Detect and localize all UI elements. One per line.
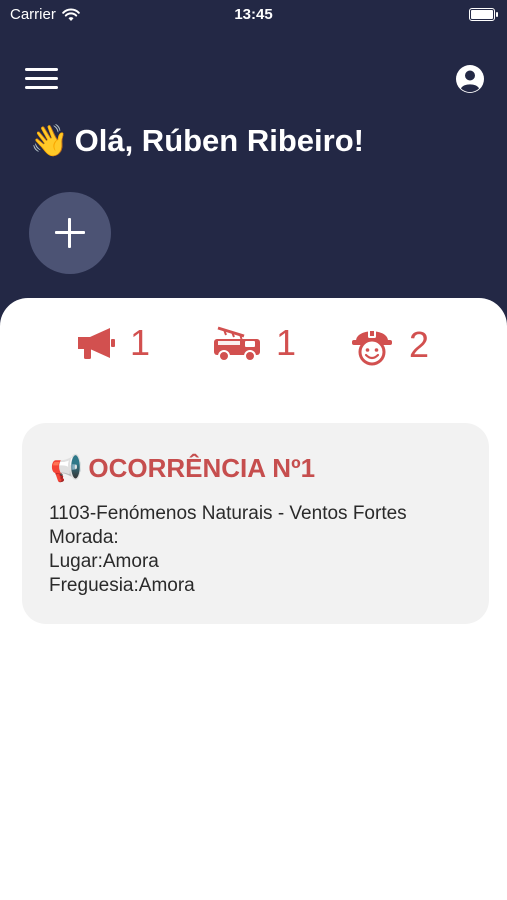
add-occurrence-button[interactable] — [29, 192, 111, 274]
battery-icon — [469, 8, 498, 21]
occurrence-title-text: OCORRÊNCIA Nº1 — [88, 453, 316, 483]
status-time: 13:45 — [234, 6, 273, 23]
stat-occurrences-value: 1 — [130, 322, 151, 363]
loudspeaker-icon: 📢 — [50, 453, 83, 483]
header-panel: Carrier 13:45 👋 Olá, Rúben Ribeiro! — [0, 0, 507, 330]
hamburger-menu-icon[interactable] — [24, 64, 60, 94]
occurrence-parish: Freguesia:Amora — [49, 575, 195, 596]
main-content: 1 1 2 📢 OCORRÊNCIA Nº1 1103-Fenómenos Na… — [0, 298, 507, 900]
occurrence-address: Morada: — [49, 527, 119, 548]
status-bar: Carrier 13:45 — [0, 0, 507, 30]
fire-truck-icon — [214, 326, 260, 362]
megaphone-icon — [78, 328, 115, 359]
stat-occurrences: 1 — [76, 322, 150, 364]
user-circle-icon[interactable] — [455, 64, 485, 94]
occurrence-type: 1103-Fenómenos Naturais - Ventos Fortes — [49, 503, 407, 524]
occurrence-place: Lugar:Amora — [49, 551, 159, 572]
greeting-text: Olá, Rúben Ribeiro! — [74, 123, 364, 158]
waving-hand-icon: 👋 — [30, 123, 69, 158]
stat-vehicles: 1 — [212, 322, 296, 364]
stat-vehicles-value: 1 — [276, 322, 297, 363]
stat-firefighters: 2 — [349, 322, 429, 368]
stat-firefighters-value: 2 — [409, 324, 430, 365]
occurrence-details: 1103-Fenómenos Naturais - Ventos Fortes … — [49, 502, 407, 598]
occurrence-card[interactable]: 📢 OCORRÊNCIA Nº1 1103-Fenómenos Naturais… — [22, 423, 489, 624]
greeting-title: 👋 Olá, Rúben Ribeiro! — [30, 122, 364, 159]
firefighter-icon — [352, 329, 392, 366]
occurrence-title: 📢 OCORRÊNCIA Nº1 — [50, 453, 315, 484]
